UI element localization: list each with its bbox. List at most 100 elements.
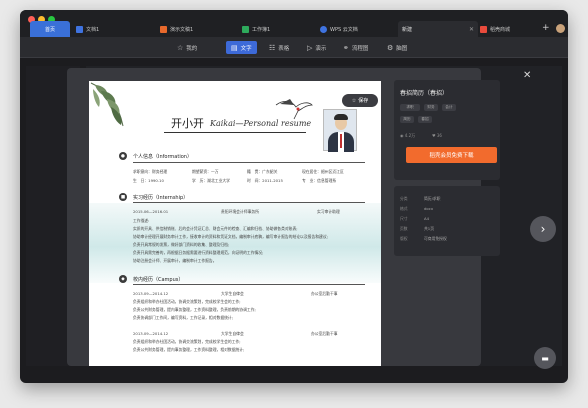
download-button[interactable]: 稻壳会员免费下载 [406,147,497,163]
tag-chip[interactable]: 求职 [400,104,420,111]
detail-value: A4 [424,216,430,221]
info-field: 期望薪资：一万 [192,169,219,174]
briefcase-icon: ■ [119,193,127,201]
mindmap-icon: ⚙ [387,43,394,52]
detail-key: 格式 [400,206,408,211]
section-title-personal: 个人信息（Information） [133,154,192,160]
detail-key: 页数 [400,226,408,231]
campus-line: 负责组织和举办社团活动，协调交流策划，完成校学生会的工作; [133,299,241,304]
tab-label: 稻壳商城 [490,26,511,33]
info-field: 时 间：2011-2015 [247,178,283,183]
intern-role: 实习审计助理 [317,209,340,214]
campus-date: 2013.09—2014.12 [133,291,169,296]
close-tab-icon[interactable]: ✕ [469,26,474,33]
template-details-card [394,186,500,256]
tab-new[interactable]: 新建 ✕ [398,21,478,37]
table-icon: ☷ [269,43,276,52]
info-field: 学 历：湖北工业大学 [192,178,230,183]
resume-preview: ☆ 保存 开小开 Kaikai—Personal resume ● 个人信息（In… [89,81,381,366]
tag-chip[interactable]: 春招 [418,116,432,123]
tab-presentation[interactable]: 演示文稿1 [160,21,240,37]
close-icon[interactable]: ✕ [523,70,531,81]
tab-workbook[interactable]: 工作簿1 [242,21,318,37]
tab-label: 工作簿1 [252,26,271,33]
tab-cloud-docs[interactable]: WPS 云文档 [320,21,396,37]
profile-photo [323,109,357,152]
resume-name: 开小开 [171,117,204,130]
detail-key: 版权 [400,236,408,241]
crane-decoration-icon [275,99,313,120]
detail-value: 可商用免授权 [424,236,447,241]
photo-tie [340,134,342,148]
campus-role: 办公室后勤干事 [311,291,338,296]
cloud-icon [320,25,327,33]
info-field: 生 日：1990.10 [133,178,164,183]
leaf-decoration-icon [90,82,124,127]
toolbar-label: 演示 [315,45,327,52]
toolbar-mindmap[interactable]: ⚙ 脑图 [382,41,412,54]
section-divider [133,284,365,285]
toolbar-label: 文字 [240,45,252,52]
campus-line: 负责组织和举办社团活动，协调交流策划，完成校学生会的工作; [133,339,241,344]
view-count: ◉ 4.2万 [400,133,415,139]
info-field: 专 业：信息管理系 [302,178,337,183]
new-doc-toolbar: ☆ 我的 ▤ 文字 ☷ 表格 ▷ 演示 ⚭ 流程图 ⚙ 脑图 [20,37,568,58]
detail-value: 共1页 [424,226,435,231]
slides-icon: ▷ [307,43,313,52]
sheet-icon [242,25,249,33]
campus-org: 大学生自律会 [221,331,244,336]
detail-value: docx [424,206,434,211]
toolbar-table[interactable]: ☷ 表格 [264,41,294,54]
tab-label: 新建 [402,26,413,33]
tab-label: WPS 云文档 [330,26,358,33]
view-count-value: 4.2万 [404,133,416,138]
next-arrow-icon[interactable]: › [530,216,556,242]
star-icon: ☆ [177,43,184,52]
tab-document[interactable]: 文档1 [76,21,156,37]
title-bar: 首页 文档1 演示文稿1 工作簿1 WPS 云文档 新建 ✕ 稻壳商城 + [20,10,568,37]
user-avatar[interactable] [556,24,565,33]
text-icon: ▤ [231,43,238,52]
tag-chip[interactable]: 简历 [400,116,414,123]
new-tab-icon[interactable]: + [542,23,550,33]
info-field: 求职意向：财务经理 [133,169,168,174]
intern-line: 负责开具常规的发票，做好部门资料的收集、整理及归档; [133,242,230,247]
toolbar-flowchart[interactable]: ⚭ 流程图 [338,41,373,54]
intern-line: 协助审计经理开展财务审计工作，接收审计的资料和凭证文档，编制审计底稿，编写审计报… [133,234,328,239]
intern-line: 负责开具需完善的，再根据日务据需要进行资料整理规范，向证明的工作情况; [133,250,264,255]
photo-hair [334,114,348,120]
toolbar-mine[interactable]: ☆ 我的 [172,41,202,54]
intern-company: 贵阳环境会计师事务所 [221,209,259,214]
like-count-value: 36 [436,133,442,138]
save-button[interactable]: ☆ 保存 [342,94,378,107]
person-icon: ● [119,152,127,160]
info-field: 现在居住：韶州区浈江区 [302,169,344,174]
toolbar-text[interactable]: ▤ 文字 [226,41,257,54]
tag-chip[interactable]: 财务 [424,104,438,111]
chat-bubble-icon[interactable]: ▬ [534,347,556,369]
detail-value: 简历/求职 [424,196,441,201]
campus-role: 办公室后勤干事 [311,331,338,336]
section-divider [133,202,365,203]
tab-docer-store[interactable]: 稻壳商城 [480,21,540,37]
save-label: 保存 [358,98,369,104]
campus-icon: ◆ [119,275,127,283]
resume-name-en: Kaikai—Personal resume [210,119,312,128]
toolbar-label: 流程图 [351,45,369,52]
intern-line: 协助注册会计师、开展审计，编制审计工作报告。 [133,258,217,263]
section-title-campus: 校内经历（Campus） [133,277,184,283]
toolbar-slides[interactable]: ▷ 演示 [302,41,331,54]
section-divider [133,162,365,163]
tag-chip[interactable]: 会计 [442,104,456,111]
save-star-icon: ☆ [351,97,357,104]
like-count: ♥ 36 [432,133,442,138]
intern-date: 2015.06—2016.01 [133,209,169,214]
tab-label: 演示文稿1 [170,26,194,33]
tab-home[interactable]: 首页 [30,21,70,37]
info-field: 籍 贯：广东韶关 [247,169,278,174]
detail-key: 尺寸 [400,216,408,221]
section-title-internship: 实习经历（Internship） [133,195,189,201]
tab-label: 首页 [44,26,55,33]
campus-line: 负责协调部门工作间，编写资料，工作记录，相对数据统计; [133,315,233,320]
detail-key: 分类 [400,196,408,201]
